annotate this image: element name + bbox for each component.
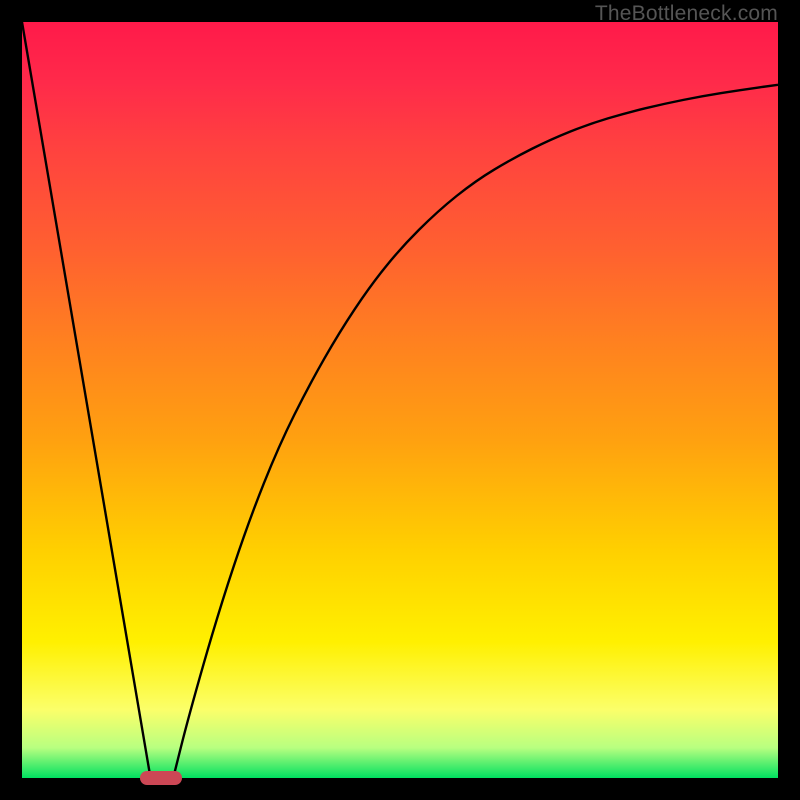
left-line [22, 22, 151, 778]
optimal-marker [140, 771, 182, 785]
bottleneck-chart: TheBottleneck.com [0, 0, 800, 800]
plot-area [20, 20, 780, 780]
right-curve [173, 85, 778, 778]
curve-layer [22, 22, 778, 778]
